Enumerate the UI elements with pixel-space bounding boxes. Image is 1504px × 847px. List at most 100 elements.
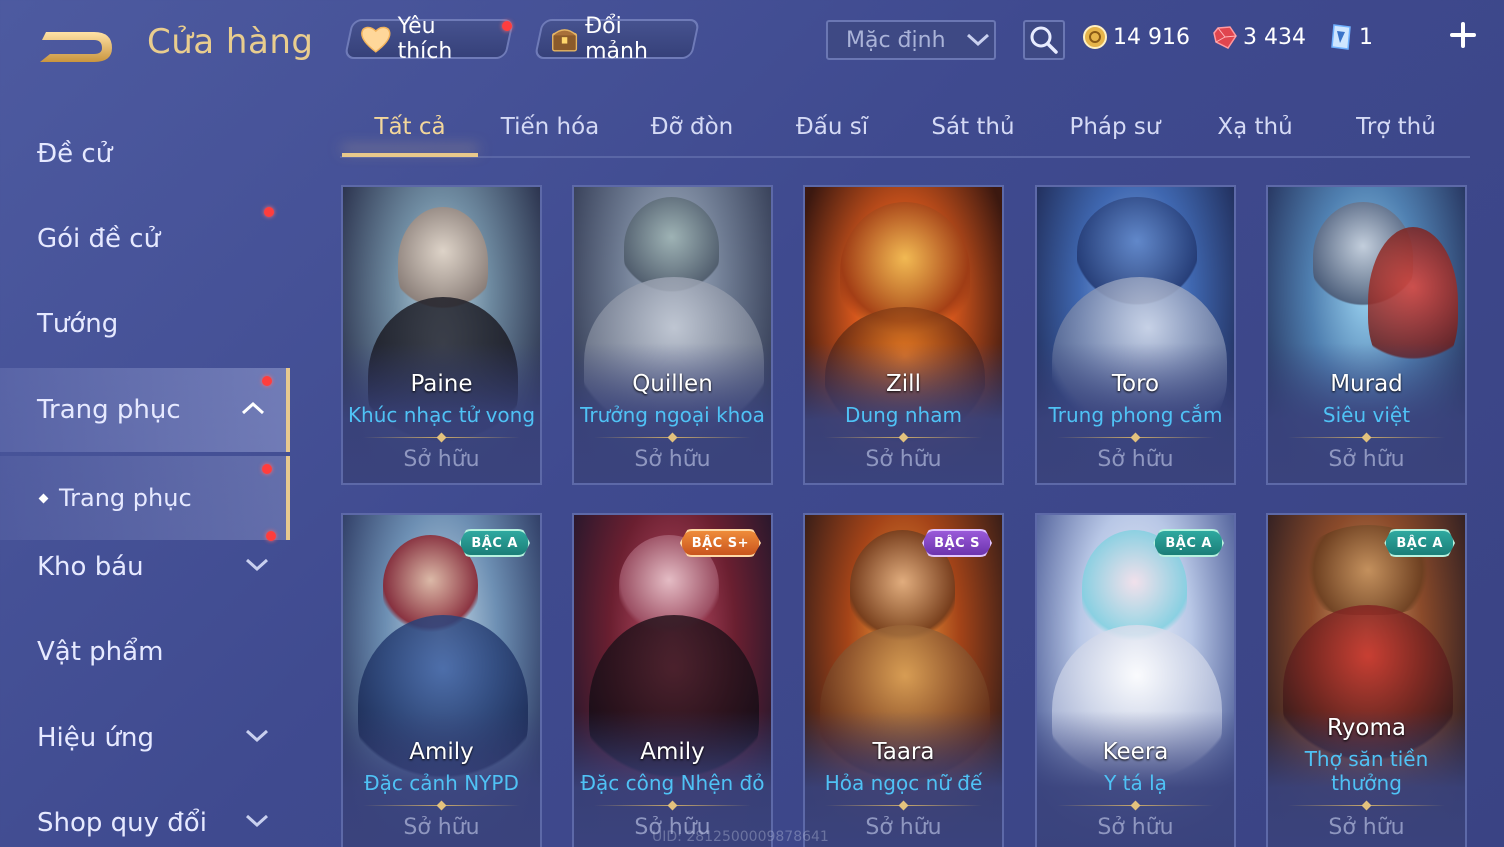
active-tab-indicator xyxy=(342,153,478,157)
sidebar-item-heroes[interactable]: Tướng xyxy=(0,282,290,366)
sidebar-item-label: Trang phục xyxy=(59,484,192,512)
tab-fighter[interactable]: Đấu sĩ xyxy=(772,114,892,140)
ruby-amount: 3 434 xyxy=(1242,24,1306,50)
role-filter-tabs: Tất cả Tiến hóa Đỡ đòn Đấu sĩ Sát thủ Ph… xyxy=(340,108,1470,158)
exchange-shards-button[interactable]: Đổi mảnh xyxy=(533,14,701,64)
notification-dot xyxy=(262,464,272,474)
back-arrow-icon xyxy=(40,32,112,62)
sidebar-item-label: Tướng xyxy=(37,309,119,339)
sidebar-item-label: Trang phục xyxy=(37,395,181,425)
hero-name: Quillen xyxy=(632,371,713,397)
ownership-status: Sở hữu xyxy=(1328,447,1405,472)
heart-icon xyxy=(361,26,391,53)
sidebar-item-label: Kho báu xyxy=(37,552,144,582)
skin-card[interactable]: Murad Siêu việt Sở hữu xyxy=(1266,185,1467,485)
ownership-status: Sở hữu xyxy=(403,815,480,840)
gold-amount: 14 916 xyxy=(1113,24,1190,50)
skin-name: Dung nham xyxy=(845,403,962,427)
favorites-notification-dot xyxy=(502,21,512,31)
tab-tank[interactable]: Đỡ đòn xyxy=(632,114,752,140)
skin-artwork xyxy=(574,515,771,847)
notification-dot xyxy=(264,207,274,217)
skin-card[interactable]: Quillen Trưởng ngoại khoa Sở hữu xyxy=(572,185,773,485)
sidebar-item-featured[interactable]: Đề cử xyxy=(0,112,290,196)
tab-support[interactable]: Trợ thủ xyxy=(1336,114,1456,140)
sidebar-item-label: Hiệu ứng xyxy=(37,723,154,753)
search-button[interactable] xyxy=(1023,20,1065,60)
skin-name: Trưởng ngoại khoa xyxy=(580,403,765,427)
search-icon xyxy=(1030,26,1058,54)
ownership-status: Sở hữu xyxy=(1097,815,1174,840)
skin-artwork xyxy=(1037,515,1234,847)
sidebar-item-featured-packs[interactable]: Gói đề cử xyxy=(0,197,290,281)
chevron-down-icon xyxy=(245,558,269,572)
tab-all[interactable]: Tất cả xyxy=(342,114,478,140)
notification-dot xyxy=(266,531,276,541)
skin-card[interactable]: BẬC A Ryoma Thợ săn tiền thưởng Sở hữu xyxy=(1266,513,1467,847)
sidebar-item-effects[interactable]: Hiệu ứng xyxy=(0,696,290,780)
currency-bar: 14 916 3 434 1 xyxy=(1082,14,1492,60)
sort-dropdown[interactable]: Mặc định xyxy=(826,20,996,60)
sidebar-item-items[interactable]: Vật phẩm xyxy=(0,610,290,694)
user-id-watermark: UID: 2812500009878641 xyxy=(652,829,829,845)
skin-name: Hỏa ngọc nữ đế xyxy=(824,771,983,795)
hero-name: Keera xyxy=(1102,739,1169,765)
chevron-down-icon xyxy=(966,33,989,47)
page-title: Cửa hàng xyxy=(147,22,314,62)
chevron-up-icon xyxy=(241,401,265,415)
tier-badge: BẬC A xyxy=(1384,529,1455,557)
hero-name: Taara xyxy=(872,739,935,765)
treasure-chest-icon xyxy=(552,29,578,52)
skin-artwork xyxy=(343,515,540,847)
hero-name: Murad xyxy=(1330,371,1403,397)
ownership-status: Sở hữu xyxy=(1097,447,1174,472)
tab-marksman[interactable]: Xạ thủ xyxy=(1195,114,1315,140)
sidebar-item-treasure[interactable]: Kho báu xyxy=(0,525,290,609)
hero-name: Toro xyxy=(1111,371,1160,397)
hero-name: Amily xyxy=(640,739,705,765)
sidebar-item-label: Shop quy đổi xyxy=(37,808,207,838)
chevron-down-icon xyxy=(245,814,269,828)
ownership-status: Sở hữu xyxy=(1328,815,1405,840)
hero-name: Paine xyxy=(410,371,473,397)
favorites-label: Yêu thích xyxy=(397,14,453,64)
skin-artwork xyxy=(1268,515,1465,847)
skin-card[interactable]: BẬC A Amily Đặc cảnh NYPD Sở hữu xyxy=(341,513,542,847)
skin-card[interactable]: BẬC A Keera Y tá lạ Sở hữu xyxy=(1035,513,1236,847)
voucher-amount: 1 xyxy=(1358,24,1373,50)
skin-name: Trung phong cắm xyxy=(1048,403,1223,427)
voucher-currency: 1 xyxy=(1328,23,1373,51)
voucher-ticket-icon xyxy=(1331,24,1351,50)
sidebar: Đề cử Gói đề cử Tướng Trang phục Trang p… xyxy=(0,110,290,847)
skin-card[interactable]: Zill Dung nham Sở hữu xyxy=(803,185,1004,485)
sidebar-item-exchange-shop[interactable]: Shop quy đổi xyxy=(0,781,290,847)
skin-name: Y tá lạ xyxy=(1104,771,1167,795)
skin-card[interactable]: BẬC S Taara Hỏa ngọc nữ đế Sở hữu xyxy=(803,513,1004,847)
notification-dot xyxy=(262,376,272,386)
tab-mage[interactable]: Pháp sư xyxy=(1055,114,1175,140)
sidebar-item-label: Vật phẩm xyxy=(37,637,164,667)
tier-badge: BẬC A xyxy=(1153,529,1224,557)
skin-card[interactable]: Paine Khúc nhạc tử vong Sở hữu xyxy=(341,185,542,485)
ruby-currency: 3 434 xyxy=(1212,24,1306,50)
skin-name: Đặc công Nhện đỏ xyxy=(580,771,765,795)
skin-card[interactable]: Toro Trung phong cắm Sở hữu xyxy=(1035,185,1236,485)
tab-evolution[interactable]: Tiến hóa xyxy=(490,114,610,140)
hero-name: Amily xyxy=(409,739,474,765)
gold-coin-icon xyxy=(1083,25,1107,49)
ruby-gem-icon xyxy=(1213,26,1237,49)
skin-card[interactable]: BẬC S+ Amily Đặc công Nhện đỏ Sở hữu xyxy=(572,513,773,847)
sidebar-item-label: Gói đề cử xyxy=(37,224,161,254)
plus-icon xyxy=(1450,22,1476,48)
tier-badge: BẬC S xyxy=(922,529,992,557)
ownership-status: Sở hữu xyxy=(634,447,711,472)
sidebar-item-label: Đề cử xyxy=(37,139,113,169)
tab-assassin[interactable]: Sát thủ xyxy=(913,114,1033,140)
favorites-button[interactable]: Yêu thích xyxy=(343,14,515,64)
bullet-diamond-icon xyxy=(38,493,49,503)
add-currency-button[interactable] xyxy=(1448,20,1478,50)
sidebar-item-skins[interactable]: Trang phục xyxy=(0,368,290,452)
back-button[interactable] xyxy=(36,22,116,68)
ownership-status: Sở hữu xyxy=(865,447,942,472)
gold-currency: 14 916 xyxy=(1082,24,1190,50)
